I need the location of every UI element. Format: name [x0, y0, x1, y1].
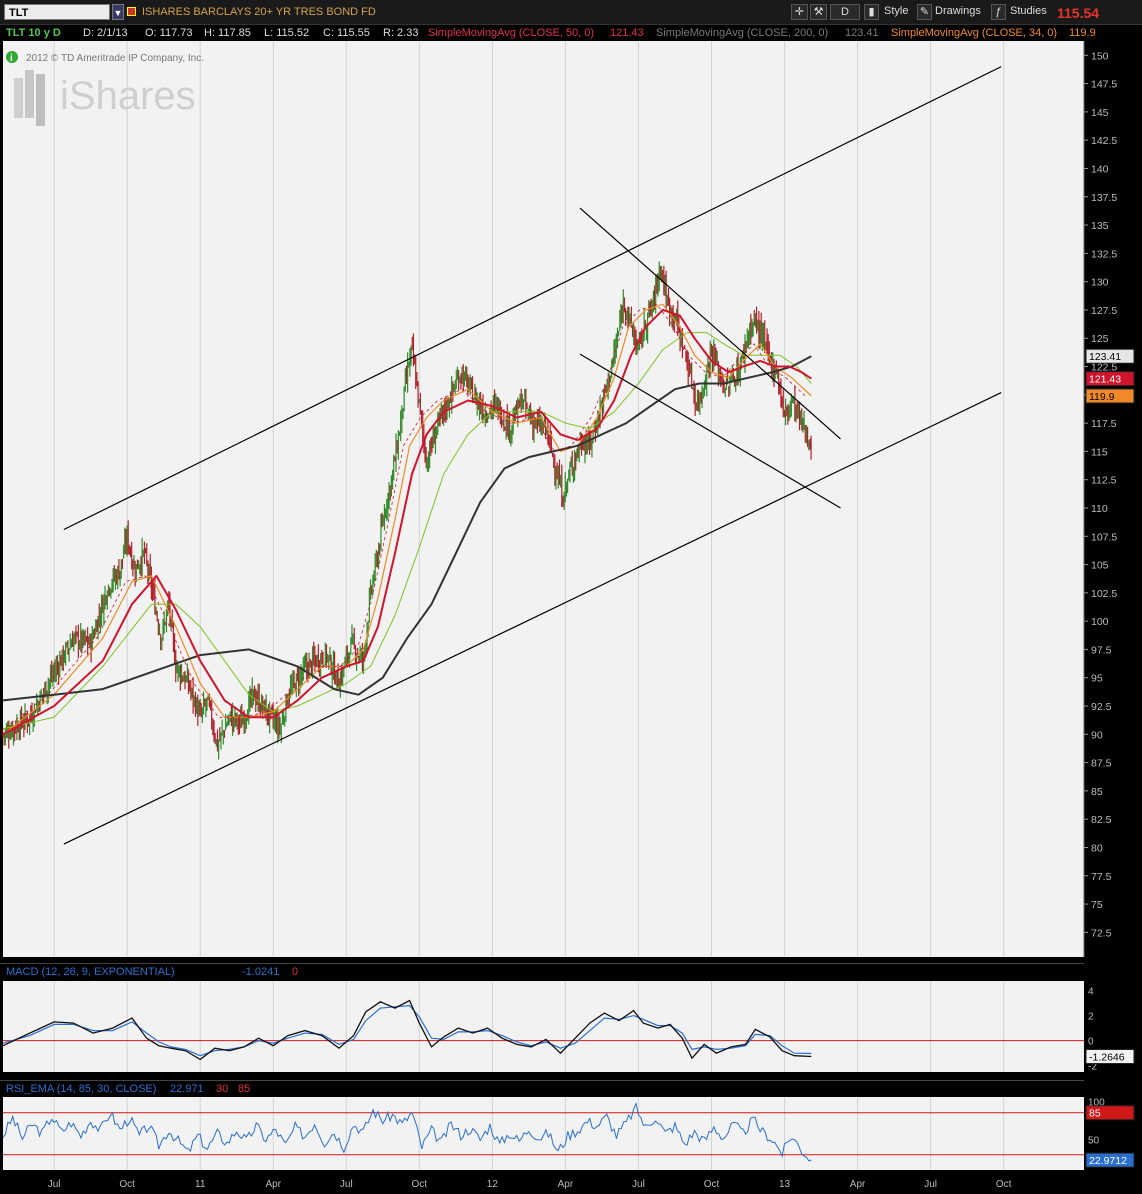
price-tick-label: 72.5	[1091, 927, 1112, 939]
price-tick-label: 112.5	[1091, 475, 1117, 487]
time-tick-label: Jul	[340, 1179, 353, 1190]
sma200-tag-text: 123.41	[1089, 351, 1121, 363]
price-tick-label: 140	[1091, 163, 1109, 175]
price-tick-label: 115	[1091, 446, 1108, 458]
price-tick-label: 107.5	[1091, 531, 1117, 543]
rsi-current-tag-text: 22.9712	[1089, 1155, 1127, 1167]
time-tick-label: Oct	[996, 1179, 1012, 1190]
macd-current-tag-text: -1.2646	[1089, 1052, 1125, 1064]
macd-tick-label: 4	[1088, 987, 1094, 998]
time-tick-label: Apr	[265, 1179, 281, 1190]
price-tick-label: 130	[1091, 277, 1109, 289]
price-tick-label: 147.5	[1091, 79, 1117, 91]
price-tick-label: 97.5	[1091, 644, 1112, 656]
price-tick-label: 132.5	[1091, 248, 1117, 260]
rsi-panel[interactable]	[3, 1097, 1084, 1170]
time-tick-label: 12	[487, 1179, 499, 1190]
time-tick-label: Jul	[924, 1179, 937, 1190]
rsi-upper-tag-text: 85	[1089, 1108, 1101, 1120]
sma50-tag-text: 121.43	[1089, 374, 1121, 386]
price-tick-label: 82.5	[1091, 814, 1112, 826]
ishares-logo-mark-3	[36, 74, 45, 126]
price-tick-label: 145	[1091, 107, 1109, 119]
info-icon-glyph: i	[10, 53, 13, 64]
macd-panel[interactable]	[3, 981, 1084, 1072]
macd-tick-label: 0	[1088, 1037, 1094, 1048]
ishares-logo: iShares	[60, 74, 196, 118]
time-tick-label: Oct	[412, 1179, 428, 1190]
copyright-text: 2012 © TD Ameritrade IP Company, Inc.	[26, 53, 204, 64]
price-tick-label: 102.5	[1091, 588, 1117, 600]
time-tick-label: Oct	[119, 1179, 135, 1190]
ishares-logo-mark	[14, 78, 23, 118]
price-tick-label: 110	[1091, 503, 1108, 515]
chart-canvas[interactable]: 2012 © TD Ameritrade IP Company, Inc. iS…	[0, 0, 1142, 1194]
time-tick-label: Apr	[850, 1179, 866, 1190]
price-tick-label: 75	[1091, 899, 1103, 911]
price-tick-label: 95	[1091, 673, 1103, 685]
price-tick-label: 85	[1091, 786, 1103, 798]
macd-tick-label: 2	[1088, 1012, 1094, 1023]
price-tick-label: 100	[1091, 616, 1109, 628]
time-tick-label: Apr	[558, 1179, 574, 1190]
time-tick-label: Oct	[704, 1179, 720, 1190]
time-tick-label: Jul	[632, 1179, 645, 1190]
sma34-tag-text: 119.9	[1089, 391, 1115, 403]
price-tick-label: 87.5	[1091, 758, 1112, 770]
price-tick-label: 127.5	[1091, 305, 1117, 317]
rsi-tick-label: 50	[1088, 1135, 1100, 1146]
time-tick-label: 13	[779, 1179, 791, 1190]
price-tick-label: 125	[1091, 333, 1109, 345]
price-tick-label: 105	[1091, 560, 1109, 572]
price-tick-label: 142.5	[1091, 135, 1117, 147]
time-tick-label: Jul	[48, 1179, 61, 1190]
price-tick-label: 150	[1091, 50, 1109, 62]
price-tick-label: 117.5	[1091, 418, 1117, 430]
price-tick-label: 92.5	[1091, 701, 1112, 713]
price-tick-label: 77.5	[1091, 871, 1112, 883]
ishares-logo-mark-2	[25, 70, 34, 118]
price-tick-label: 80	[1091, 842, 1103, 854]
price-tick-label: 135	[1091, 220, 1109, 232]
price-tick-label: 90	[1091, 729, 1103, 741]
price-panel[interactable]	[3, 41, 1084, 957]
price-tick-label: 137.5	[1091, 192, 1117, 204]
time-tick-label: 11	[195, 1179, 206, 1190]
